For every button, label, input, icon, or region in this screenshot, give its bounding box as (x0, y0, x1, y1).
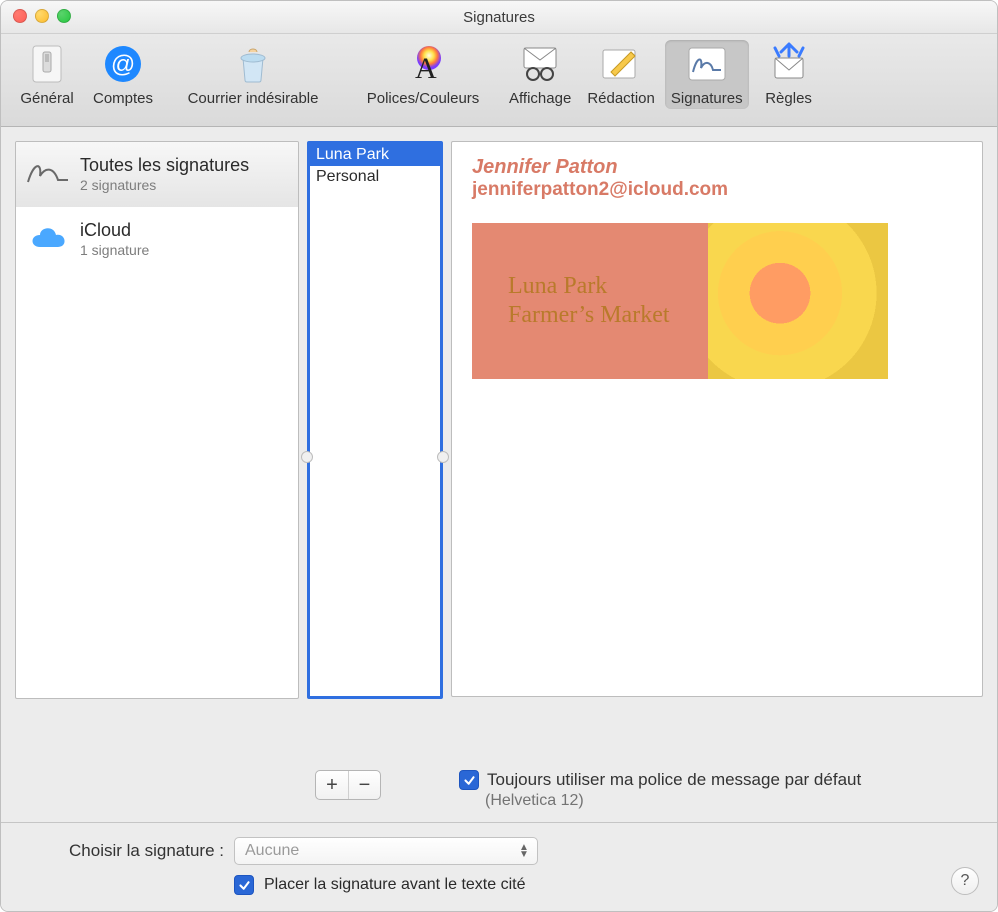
signature-row[interactable]: Luna Park (310, 144, 440, 166)
help-button[interactable]: ? (951, 867, 979, 895)
signature-preview-email: jenniferpatton2@icloud.com (472, 179, 962, 201)
toolbar-item-label: Affichage (509, 86, 571, 107)
toolbar-item-label: Général (20, 86, 73, 107)
signatures-content: Toutes les signatures 2 signatures iClou… (1, 127, 997, 770)
help-icon: ? (961, 872, 970, 890)
account-item-title: Toutes les signatures (80, 155, 249, 177)
place-before-quoted-label: Placer la signature avant le texte cité (264, 876, 525, 894)
plus-icon: + (326, 775, 338, 795)
toolbar-item-rules[interactable]: Règles (753, 40, 825, 109)
toolbar-item-label: Polices/Couleurs (367, 86, 480, 107)
general-icon (23, 42, 71, 86)
toolbar-item-junk[interactable]: Courrier indésirable (163, 40, 343, 109)
signature-preview[interactable]: Jennifer Patton jenniferpatton2@icloud.c… (451, 141, 983, 697)
grapefruit-photo (708, 223, 888, 379)
use-default-font-checkbox[interactable] (459, 770, 479, 790)
choose-signature-popup[interactable]: Aucune ▲▼ (234, 837, 538, 865)
popup-arrows-icon: ▲▼ (517, 842, 531, 860)
toolbar-item-label: Courrier indésirable (188, 86, 319, 107)
resize-handle[interactable] (437, 451, 449, 463)
toolbar-item-compose[interactable]: Rédaction (581, 40, 661, 109)
preferences-window: Signatures Général @ Comptes Courrier in… (0, 0, 998, 912)
add-signature-button[interactable]: + (316, 771, 348, 799)
minus-icon: − (359, 775, 371, 795)
rules-icon (765, 42, 813, 86)
footer: Choisir la signature : Aucune ▲▼ Placer … (1, 822, 997, 911)
svg-text:A: A (415, 52, 437, 85)
toolbar-item-general[interactable]: Général (11, 40, 83, 109)
place-before-quoted-checkbox[interactable] (234, 875, 254, 895)
at-icon: @ (99, 42, 147, 86)
close-window-button[interactable] (13, 9, 27, 23)
account-item-all-signatures[interactable]: Toutes les signatures 2 signatures (16, 142, 298, 207)
signature-preview-image: Luna Park Farmer’s Market (472, 223, 888, 379)
default-font-note: (Helvetica 12) (485, 792, 861, 810)
toolbar-item-accounts[interactable]: @ Comptes (87, 40, 159, 109)
account-item-title: iCloud (80, 220, 149, 242)
fonts-colors-icon: A (399, 42, 447, 86)
signature-image-text-line2: Farmer’s Market (508, 301, 670, 330)
prefs-toolbar: Général @ Comptes Courrier indésirable A (1, 34, 997, 127)
viewing-icon (516, 42, 564, 86)
account-item-count: 1 signature (80, 242, 149, 259)
window-title: Signatures (463, 9, 535, 26)
compose-icon (597, 42, 645, 86)
signature-icon (683, 42, 731, 86)
remove-signature-button[interactable]: − (348, 771, 380, 799)
window-controls (13, 9, 71, 23)
toolbar-item-signatures[interactable]: Signatures (665, 40, 749, 109)
accounts-list: Toutes les signatures 2 signatures iClou… (15, 141, 299, 699)
add-remove-control: + − (315, 770, 381, 800)
minimize-window-button[interactable] (35, 9, 49, 23)
use-default-font-label: Toujours utiliser ma police de message p… (487, 770, 861, 790)
signature-image-text-line1: Luna Park (508, 272, 670, 301)
choose-signature-value: Aucune (245, 842, 299, 860)
signature-scribble-icon (24, 152, 72, 197)
zoom-window-button[interactable] (57, 9, 71, 23)
icloud-icon (24, 217, 72, 262)
svg-text:@: @ (111, 51, 135, 78)
below-controls: + − Toujours utiliser ma police de messa… (1, 770, 997, 810)
account-item-count: 2 signatures (80, 177, 249, 194)
account-item-icloud[interactable]: iCloud 1 signature (16, 207, 298, 272)
resize-handle[interactable] (301, 451, 313, 463)
toolbar-item-fonts[interactable]: A Polices/Couleurs (347, 40, 499, 109)
toolbar-item-viewing[interactable]: Affichage (503, 40, 577, 109)
toolbar-item-label: Comptes (93, 86, 153, 107)
signature-preview-name: Jennifer Patton (472, 156, 962, 179)
titlebar: Signatures (1, 1, 997, 34)
trash-icon (229, 42, 277, 86)
choose-signature-label: Choisir la signature : (19, 841, 224, 861)
toolbar-item-label: Règles (765, 86, 812, 107)
signature-row[interactable]: Personal (310, 166, 440, 188)
toolbar-item-label: Signatures (671, 86, 743, 107)
signatures-list[interactable]: Luna Park Personal (307, 141, 443, 699)
toolbar-item-label: Rédaction (587, 86, 655, 107)
